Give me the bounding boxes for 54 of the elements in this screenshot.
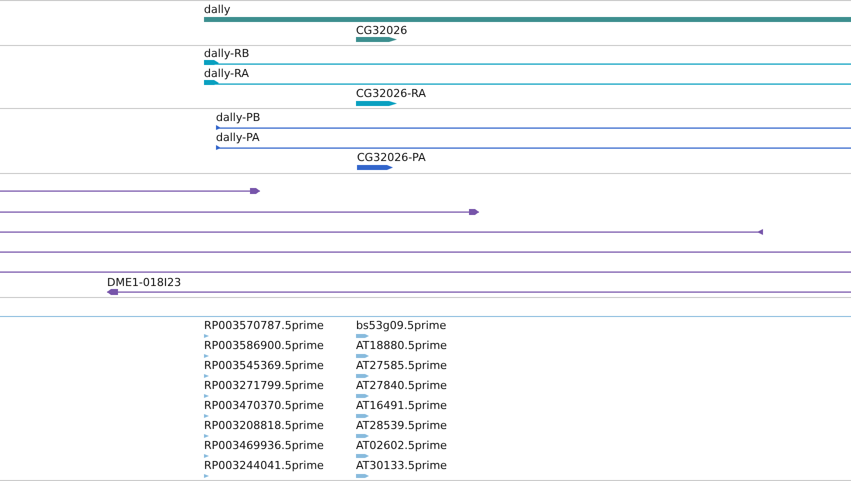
- feature-label: bs53g09.5prime: [356, 319, 446, 332]
- est-glyph[interactable]: [204, 434, 209, 438]
- protein-glyph[interactable]: [357, 165, 393, 170]
- feature-label: dally: [204, 3, 230, 16]
- est-glyph[interactable]: [356, 454, 369, 458]
- est-glyph[interactable]: [204, 474, 209, 478]
- feature-label: RP003586900.5prime: [204, 339, 324, 352]
- feature-label: AT16491.5prime: [356, 399, 447, 412]
- feature-label: dally-RB: [204, 47, 250, 60]
- est-glyph[interactable]: [204, 394, 209, 398]
- feature-label: RP003545369.5prime: [204, 359, 324, 372]
- est-glyph[interactable]: [356, 414, 369, 418]
- feature-label: RP003469936.5prime: [204, 439, 324, 452]
- feature-label: RP003208818.5prime: [204, 419, 324, 432]
- est-glyph[interactable]: [356, 354, 369, 358]
- est-glyph[interactable]: [204, 354, 209, 358]
- alignment-line[interactable]: [0, 252, 851, 253]
- alignment-line[interactable]: [0, 209, 479, 215]
- feature-label: CG32026: [356, 24, 408, 37]
- feature-label: dally-PA: [216, 131, 260, 144]
- protein-glyph[interactable]: [216, 145, 851, 150]
- feature-label: AT02602.5prime: [356, 439, 447, 452]
- feature-label: dally-PB: [216, 111, 260, 124]
- feature-label: AT30133.5prime: [356, 459, 447, 472]
- est-glyph[interactable]: [204, 374, 209, 378]
- alignment-line[interactable]: [0, 229, 763, 235]
- est-glyph[interactable]: [204, 454, 209, 458]
- feature-label: AT27840.5prime: [356, 379, 447, 392]
- alignment-line[interactable]: [0, 188, 260, 194]
- feature-label: dally-RA: [204, 67, 249, 80]
- feature-label: AT18880.5prime: [356, 339, 447, 352]
- transcript-glyph[interactable]: [204, 80, 851, 85]
- transcript-glyph[interactable]: [204, 60, 851, 65]
- gene-bar[interactable]: [356, 37, 397, 42]
- feature-label: RP003470370.5prime: [204, 399, 324, 412]
- feature-label: CG32026-PA: [357, 151, 426, 164]
- alignment-line[interactable]: [107, 289, 851, 295]
- est-glyph[interactable]: [204, 414, 209, 418]
- est-glyph[interactable]: [356, 434, 369, 438]
- feature-label: RP003570787.5prime: [204, 319, 324, 332]
- est-glyph[interactable]: [356, 474, 369, 478]
- est-glyph[interactable]: [356, 374, 369, 378]
- feature-label: AT27585.5prime: [356, 359, 447, 372]
- transcript-glyph[interactable]: [356, 101, 397, 106]
- protein-glyph[interactable]: [216, 125, 851, 130]
- est-glyph[interactable]: [356, 394, 369, 398]
- feature-label: AT28539.5prime: [356, 419, 447, 432]
- est-glyph[interactable]: [356, 334, 369, 338]
- est-glyph[interactable]: [204, 334, 209, 338]
- feature-label: RP003244041.5prime: [204, 459, 324, 472]
- alignment-line[interactable]: [0, 272, 851, 273]
- feature-label: RP003271799.5prime: [204, 379, 324, 392]
- feature-label: DME1-018I23: [107, 276, 182, 289]
- feature-label: CG32026-RA: [356, 87, 426, 100]
